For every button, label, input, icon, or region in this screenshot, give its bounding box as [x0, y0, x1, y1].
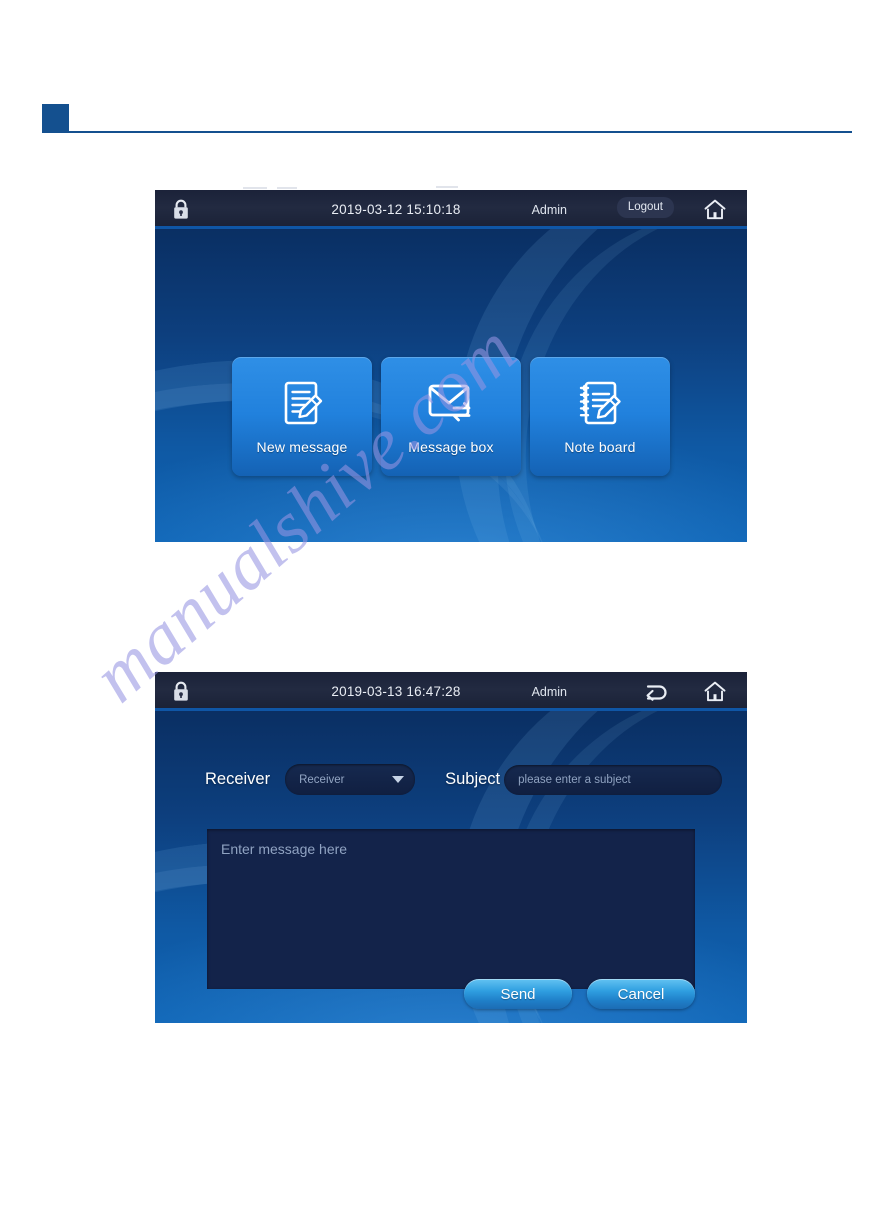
back-arrow-icon[interactable] — [644, 681, 670, 708]
receiver-label: Receiver — [205, 770, 271, 788]
chevron-down-icon — [392, 776, 405, 783]
scan-artifact — [277, 187, 297, 189]
receiver-select[interactable]: Receiver — [285, 764, 416, 795]
home-screen-body: New message Message box Note board — [155, 229, 747, 542]
logout-button[interactable]: Logout — [616, 197, 674, 218]
scan-artifact — [436, 186, 458, 188]
compose-screen-body: Receiver Receiver Subject please enter a… — [155, 711, 747, 1023]
receiver-select-value: Receiver — [299, 773, 345, 786]
home-icon[interactable] — [703, 680, 727, 708]
subject-input[interactable]: please enter a subject — [504, 764, 723, 795]
send-button[interactable]: Send — [464, 979, 572, 1009]
tile-note-board[interactable]: Note board — [530, 357, 670, 476]
status-user: Admin — [531, 684, 567, 699]
envelope-exchange-icon — [423, 375, 479, 431]
tile-label: Note board — [564, 439, 636, 455]
status-bar-home: 2019-03-12 15:10:18 Admin Logout — [155, 190, 747, 229]
compose-button-row: Send Cancel — [464, 979, 695, 1009]
screenshot-home-screen: 2019-03-12 15:10:18 Admin Logout New mes… — [155, 190, 747, 542]
scan-artifact — [243, 187, 267, 189]
compose-form-row: Receiver Receiver Subject please enter a… — [155, 764, 747, 795]
status-bar-compose: 2019-03-13 16:47:28 Admin — [155, 672, 747, 711]
status-user: Admin — [531, 202, 567, 217]
message-textarea-placeholder: Enter message here — [221, 841, 348, 857]
screenshot-compose-screen: 2019-03-13 16:47:28 Admin Receiver Recei… — [155, 672, 747, 1023]
header-rule — [42, 131, 852, 133]
subject-input-placeholder: please enter a subject — [518, 773, 631, 786]
subject-label: Subject — [445, 770, 501, 788]
tile-message-box[interactable]: Message box — [381, 357, 521, 476]
status-datetime: 2019-03-12 15:10:18 — [331, 202, 461, 217]
document-pencil-icon — [275, 375, 329, 431]
tile-new-message[interactable]: New message — [232, 357, 372, 476]
tile-label: Message box — [408, 439, 494, 455]
message-textarea[interactable]: Enter message here — [207, 829, 695, 989]
page-marker — [42, 104, 69, 131]
home-icon[interactable] — [703, 198, 727, 226]
notebook-pencil-icon — [573, 375, 627, 431]
tile-label: New message — [256, 439, 348, 455]
cancel-button[interactable]: Cancel — [587, 979, 695, 1009]
home-tile-grid: New message Message box Note board — [155, 357, 747, 476]
status-datetime: 2019-03-13 16:47:28 — [331, 684, 461, 699]
